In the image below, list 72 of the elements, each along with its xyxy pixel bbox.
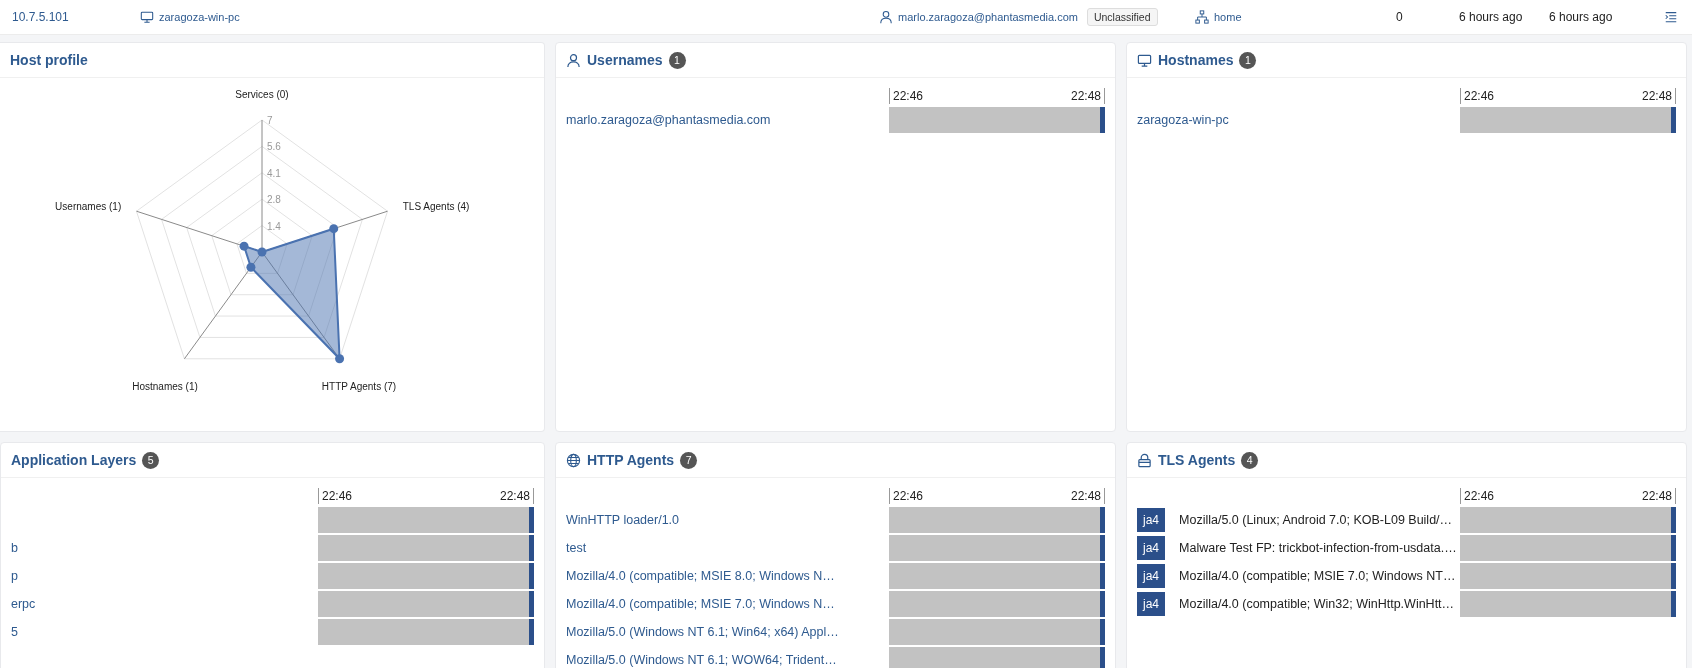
scale-label: 7 (267, 115, 273, 126)
data-point (329, 224, 339, 234)
row-label[interactable]: b (11, 541, 18, 555)
username-link[interactable]: marlo.zaragoza@phantasmedia.com (898, 11, 1078, 23)
time-label: 22:46 (893, 489, 924, 503)
row-label[interactable]: erpc (11, 597, 36, 611)
monitor-icon (1137, 52, 1152, 68)
time-label: 22:46 (893, 89, 924, 103)
count-badge: 5 (142, 451, 160, 469)
spoke-label: Hostnames (1) (132, 380, 198, 392)
scale-label: 1.4 (267, 220, 281, 232)
data-point (239, 241, 249, 251)
time-label: 22:48 (1070, 89, 1101, 103)
time-label: 22:48 (1641, 489, 1672, 503)
card-title: Host profile (10, 52, 88, 68)
count-badge: 7 (680, 451, 698, 469)
fingerprint-tag: ja4 (1137, 564, 1165, 588)
time-label: 22:46 (322, 489, 353, 503)
time-label: 22:48 (1641, 89, 1672, 103)
data-point (246, 262, 256, 272)
globe-icon (566, 452, 581, 468)
time-label: 22:48 (1070, 489, 1101, 503)
time-label: 22:46 (1464, 489, 1495, 503)
network-link[interactable]: home (1214, 11, 1242, 23)
row-label: Mozilla/4.0 (compatible; Win32; WinHttp.WinHtt… (1179, 597, 1455, 611)
spoke-label: Usernames (1) (55, 201, 122, 213)
lock-icon (1137, 452, 1152, 468)
monitor-icon (140, 10, 154, 24)
fingerprint-tag: ja4 (1137, 508, 1165, 532)
row-label[interactable]: test (566, 541, 587, 555)
scale-label: 4.1 (267, 167, 281, 179)
card-title: HTTP Agents (587, 452, 675, 468)
row-label[interactable]: WinHTTP loader/1.0 (566, 513, 679, 527)
data-point (335, 354, 345, 364)
time-label: 22:48 (499, 489, 530, 503)
scale-label: 5.6 (267, 141, 281, 153)
classification-badge: Unclassified (1086, 8, 1158, 26)
row-label: Mozilla/4.0 (compatible; MSIE 7.0; Windows NT… (1179, 569, 1456, 583)
count-badge: 1 (668, 51, 686, 69)
spoke-label: HTTP Agents (7) (321, 380, 397, 392)
spoke-label: TLS Agents (4) (402, 201, 470, 213)
user-icon (879, 10, 893, 24)
spoke-label: Services (0) (235, 89, 289, 100)
scale-label: 2.8 (267, 194, 281, 206)
row-label[interactable]: zaragoza-win-pc (1137, 113, 1229, 127)
row-label[interactable]: Mozilla/5.0 (Windows NT 6.1; Win64; x64) Appl… (566, 625, 839, 639)
hostname-link[interactable]: zaragoza-win-pc (159, 11, 240, 23)
row-label: Malware Test FP: trickbot-infection-from-usdata.… (1179, 541, 1457, 555)
network-icon (1195, 10, 1209, 24)
user-icon (566, 52, 581, 68)
first-seen-text: 6 hours ago (1459, 10, 1524, 24)
last-seen-text: 6 hours ago (1549, 10, 1614, 24)
row-label[interactable]: Mozilla/4.0 (compatible; MSIE 7.0; Windows N… (566, 597, 835, 611)
row-label[interactable]: p (11, 569, 18, 583)
card-title: Hostnames (1158, 52, 1234, 68)
count-badge: 4 (1241, 451, 1259, 469)
row-label[interactable]: 5 (11, 625, 18, 639)
menu-icon[interactable] (1664, 10, 1678, 24)
row-label[interactable]: Mozilla/5.0 (Windows NT 6.1; WOW64; Trident… (566, 653, 837, 667)
row-label: Mozilla/5.0 (Linux; Android 7.0; KOB-L09 Build/… (1179, 513, 1453, 527)
fingerprint-tag: ja4 (1137, 592, 1165, 616)
fingerprint-tag: ja4 (1137, 536, 1165, 560)
data-point (257, 247, 267, 257)
count-text: 0 (1396, 10, 1404, 24)
card-title: Application Layers (11, 452, 137, 468)
row-label[interactable]: marlo.zaragoza@phantasmedia.com (566, 113, 771, 127)
card-title: TLS Agents (1158, 452, 1236, 468)
row-label[interactable]: Mozilla/4.0 (compatible; MSIE 8.0; Windows N… (566, 569, 835, 583)
ip-address[interactable]: 10.7.5.101 (12, 10, 140, 24)
count-badge: 1 (1239, 51, 1257, 69)
time-label: 22:46 (1464, 89, 1495, 103)
card-title: Usernames (587, 52, 663, 68)
